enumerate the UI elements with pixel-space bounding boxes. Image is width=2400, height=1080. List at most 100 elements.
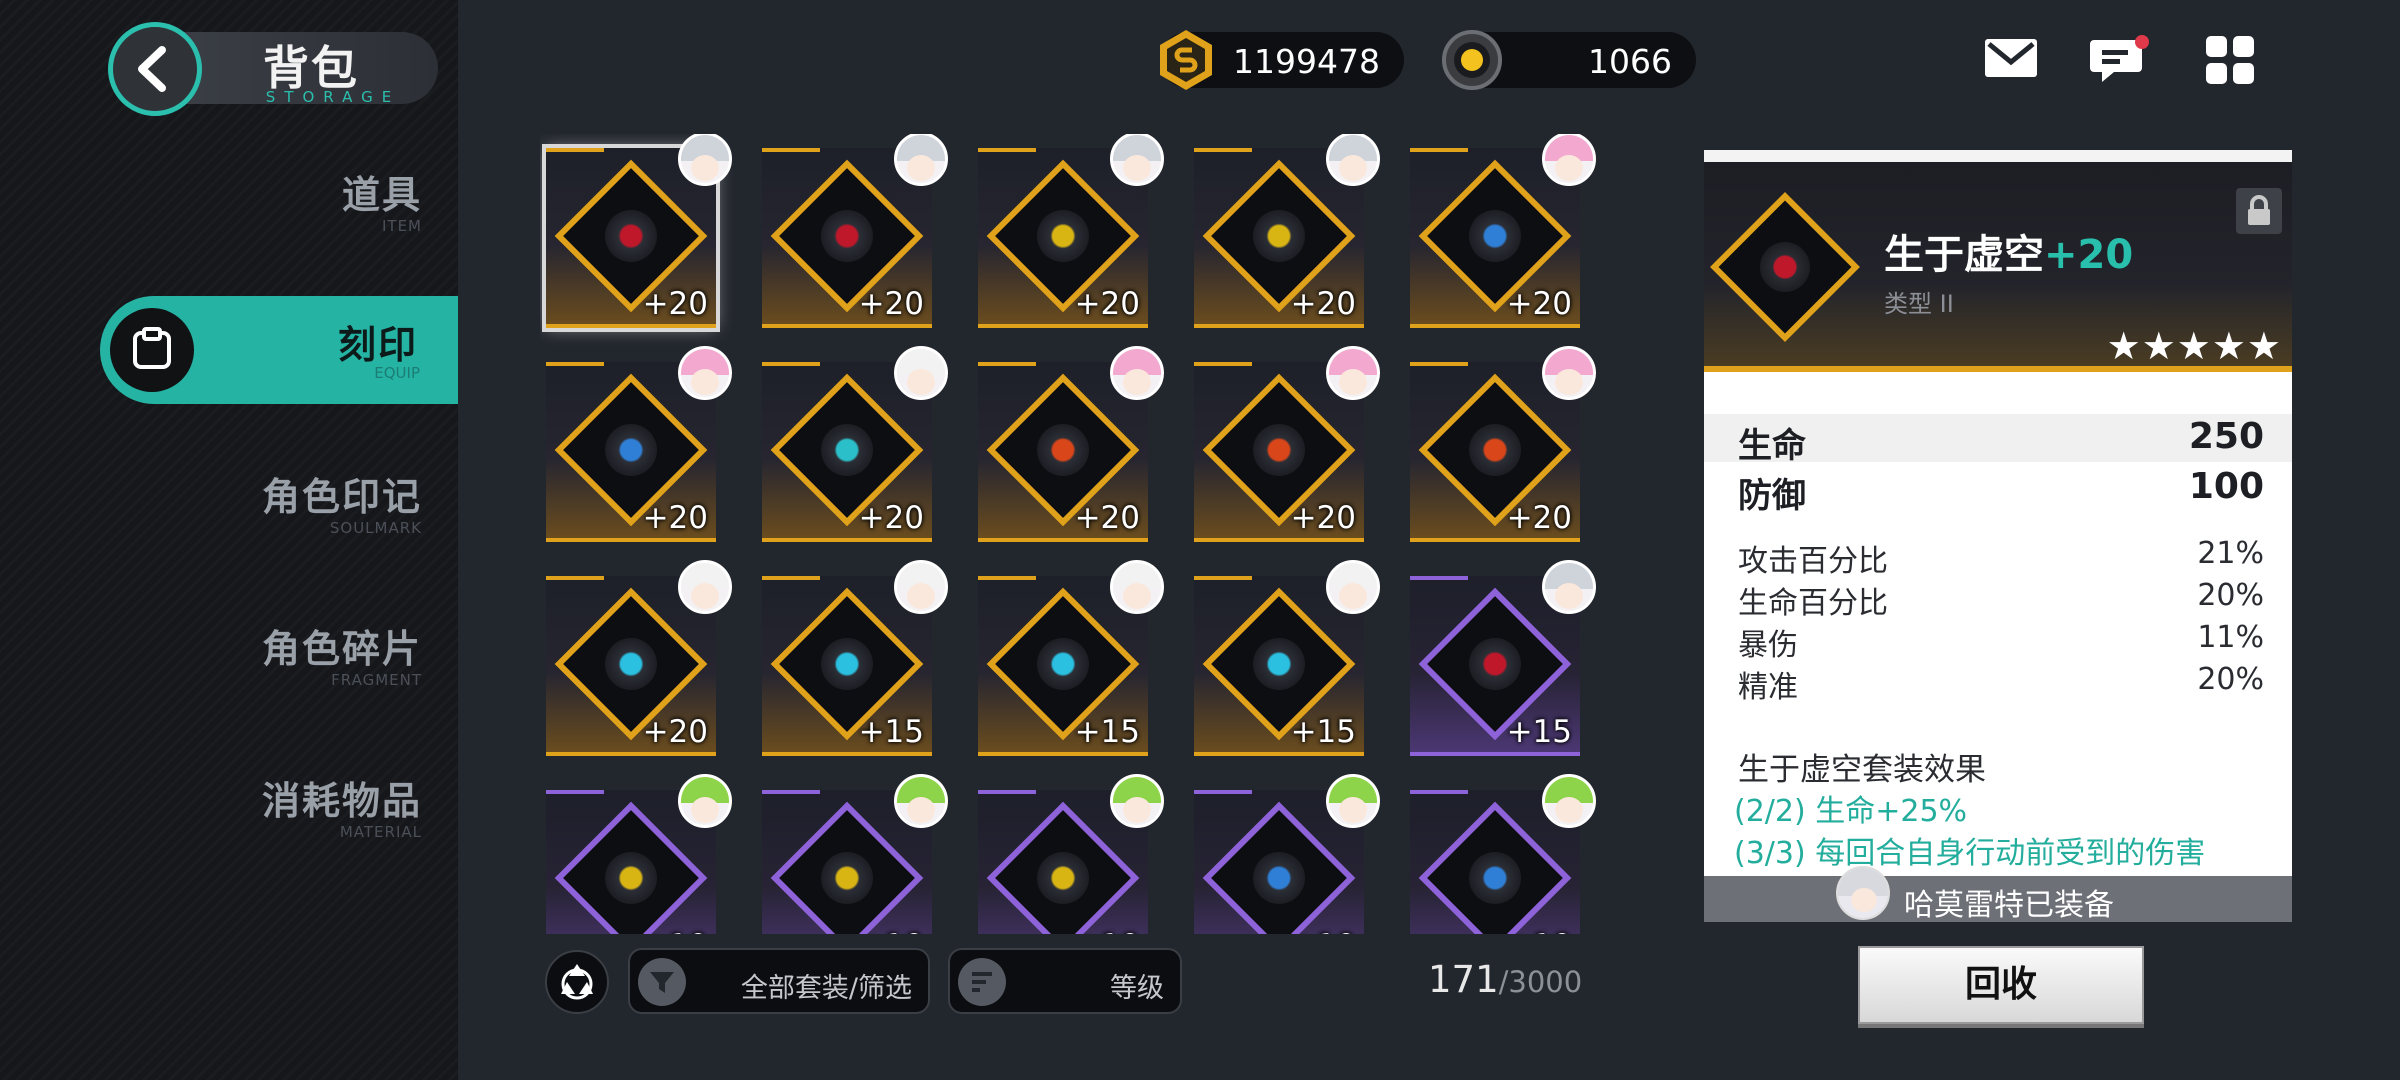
item-card[interactable]: +15 xyxy=(1194,560,1380,756)
item-level: +20 xyxy=(1074,286,1140,322)
lock-icon xyxy=(2248,195,2270,225)
item-type: 类型 II xyxy=(1884,290,1954,318)
item-level: +15 xyxy=(1506,714,1572,750)
stat-value: 20% xyxy=(2197,578,2264,613)
stat-value: 11% xyxy=(2197,620,2264,655)
character-avatar xyxy=(1110,346,1164,400)
nav-item-fragment[interactable]: 角色碎片 FRAGMENT xyxy=(262,618,422,689)
item-name: 生于虚空+20 xyxy=(1884,232,2134,278)
item-card[interactable]: +20 xyxy=(542,134,732,332)
item-card[interactable]: +20 xyxy=(546,560,732,756)
item-icon xyxy=(986,801,1140,934)
set-filter-button[interactable]: 全部套装/筛选 xyxy=(628,948,930,1014)
filter-label: 全部套装/筛选 xyxy=(740,973,912,1004)
item-level: +20 xyxy=(642,286,708,322)
item-level: +10 xyxy=(1507,928,1572,934)
item-icon xyxy=(554,801,708,934)
item-card[interactable]: +15 xyxy=(978,560,1164,756)
character-avatar xyxy=(894,774,948,828)
nav-sublabel: FRAGMENT xyxy=(331,671,422,689)
sort-button[interactable]: 等级 xyxy=(948,948,1182,1014)
detail-item-icon xyxy=(1710,192,1860,342)
chat-icon[interactable] xyxy=(2090,34,2154,86)
set-effect-title: 生于虚空套装效果 xyxy=(1738,752,1986,788)
item-level: +10 xyxy=(643,928,708,934)
nav-sublabel: MATERIAL xyxy=(339,823,422,841)
item-card[interactable]: +20 xyxy=(762,346,948,542)
nav-label: 角色印记 xyxy=(261,475,422,519)
nav-label: 角色碎片 xyxy=(261,627,422,671)
character-avatar xyxy=(894,134,948,186)
nav-sublabel: ITEM xyxy=(381,217,422,235)
item-level: +20 xyxy=(858,286,924,322)
character-avatar xyxy=(1326,774,1380,828)
character-avatar xyxy=(1110,134,1164,186)
nav-item-soulmark[interactable]: 角色印记 SOULMARK xyxy=(262,466,422,537)
item-card[interactable]: +20 xyxy=(762,134,948,328)
grid-menu-icon[interactable] xyxy=(2204,34,2256,86)
mail-icon[interactable] xyxy=(1982,34,2040,82)
item-card[interactable]: +10 xyxy=(1194,774,1380,934)
gold-currency[interactable]: 1199478 xyxy=(1160,30,1404,90)
item-plus: +20 xyxy=(2044,232,2134,278)
item-card[interactable]: +20 xyxy=(1194,346,1380,542)
nav-label: 消耗物品 xyxy=(261,779,422,823)
item-level: +10 xyxy=(859,928,924,934)
item-card[interactable]: +10 xyxy=(1410,774,1596,934)
character-avatar xyxy=(678,774,732,828)
main-stat-row: 生命 250 xyxy=(1704,414,2292,466)
item-level: +10 xyxy=(1075,928,1140,934)
inventory-count: 171/3000 xyxy=(1428,958,1582,1001)
sub-stat-row: 暴伤 11% xyxy=(1704,620,2292,663)
character-avatar xyxy=(894,346,948,400)
nav-sublabel: EQUIP xyxy=(374,364,420,382)
stamina-amount: 1066 xyxy=(1588,42,1672,81)
item-card[interactable]: +15 xyxy=(762,560,948,756)
equipped-by-label: 哈莫雷特已装备 xyxy=(1904,888,2114,922)
count-value: 171 xyxy=(1428,958,1499,1001)
item-level: +20 xyxy=(642,714,708,750)
character-avatar xyxy=(1326,560,1380,614)
item-level: +20 xyxy=(1506,286,1572,322)
item-card[interactable]: +10 xyxy=(546,774,732,934)
character-avatar xyxy=(678,346,732,400)
chevron-left-icon xyxy=(138,46,166,92)
filter-icon xyxy=(638,958,686,1006)
nav-item-item[interactable]: 道具 ITEM xyxy=(342,164,422,235)
sub-stat-row: 精准 20% xyxy=(1704,662,2292,705)
nav-sublabel: SOULMARK xyxy=(329,519,422,537)
item-level: +20 xyxy=(1290,286,1356,322)
stat-value: 20% xyxy=(2197,662,2264,697)
item-card[interactable]: +20 xyxy=(1410,134,1596,328)
sort-icon xyxy=(958,958,1006,1006)
item-card[interactable]: +20 xyxy=(1410,346,1596,542)
nav-item-equip[interactable]: 刻印 EQUIP xyxy=(100,296,458,404)
item-detail-panel: 生于虚空+20 类型 II ★★★★★ 生命 250 防御 100 攻击百分比 … xyxy=(1704,150,2292,922)
nav-item-material[interactable]: 消耗物品 MATERIAL xyxy=(262,770,422,841)
stat-value: 100 xyxy=(2188,466,2264,507)
character-avatar xyxy=(894,560,948,614)
item-card[interactable]: +10 xyxy=(978,774,1164,934)
item-level: +20 xyxy=(1290,500,1356,536)
character-avatar xyxy=(1326,346,1380,400)
item-card[interactable]: +15 xyxy=(1410,560,1596,756)
item-level: +20 xyxy=(858,500,924,536)
item-card[interactable]: +20 xyxy=(978,346,1164,542)
item-card[interactable]: +20 xyxy=(546,346,732,542)
lock-button[interactable] xyxy=(2236,188,2282,234)
stamina-currency[interactable]: 1066 xyxy=(1442,30,1696,90)
star-rating: ★★★★★ xyxy=(2106,324,2282,368)
item-card[interactable]: +20 xyxy=(978,134,1164,328)
stat-key: 精准 xyxy=(1738,670,1798,705)
stat-key: 生命 xyxy=(1738,426,1806,466)
sub-stat-row: 攻击百分比 21% xyxy=(1704,536,2292,579)
recycle-batch-button[interactable] xyxy=(545,950,609,1014)
nav-label: 刻印 xyxy=(337,323,418,367)
item-level: +15 xyxy=(1290,714,1356,750)
recycle-button[interactable]: 回收 xyxy=(1858,946,2144,1024)
item-level: +20 xyxy=(642,500,708,536)
character-avatar xyxy=(1110,774,1164,828)
back-button[interactable] xyxy=(108,22,202,116)
item-card[interactable]: +20 xyxy=(1194,134,1380,328)
item-card[interactable]: +10 xyxy=(762,774,948,934)
